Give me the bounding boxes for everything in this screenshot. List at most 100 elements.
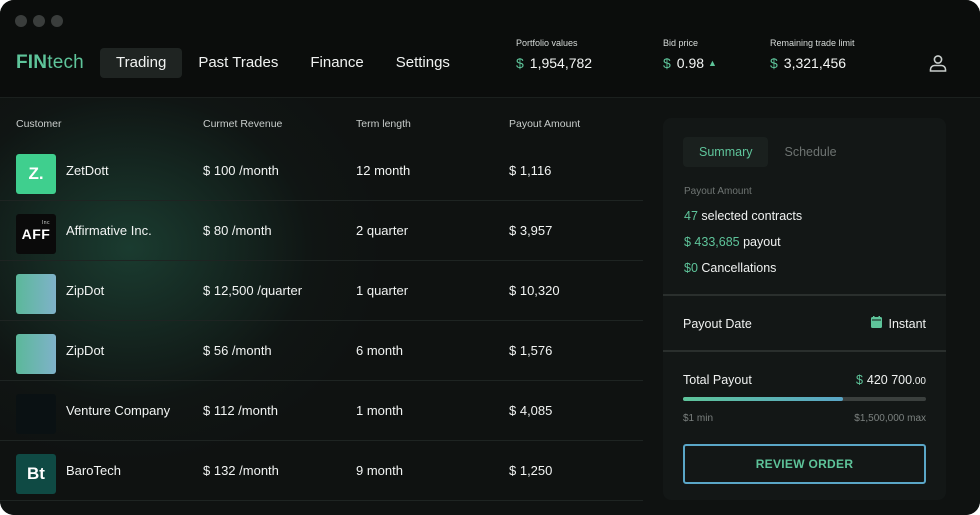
total-payout-label: Total Payout — [683, 373, 752, 387]
summary-panel: Summary Schedule Payout Amount 47 select… — [663, 118, 946, 500]
logo-bold: FIN — [16, 52, 48, 73]
payout-cell: $ 3,957 — [509, 223, 553, 238]
bid-amount: 0.98 — [676, 55, 705, 71]
app-logo: FINtech — [16, 52, 84, 74]
minimize-dot[interactable] — [33, 15, 45, 27]
revenue-cell: $ 12,500 /quarter — [203, 283, 303, 298]
term-cell: 9 month — [356, 463, 403, 478]
revenue-cell: $ 132 /month — [203, 463, 279, 478]
nav-trading[interactable]: Trading — [100, 48, 183, 78]
close-dot[interactable] — [15, 15, 27, 27]
calendar-icon — [871, 316, 883, 331]
nav-settings[interactable]: Settings — [380, 48, 466, 78]
customer-name: Venture Company — [66, 403, 171, 418]
payout-date-label: Payout Date — [683, 317, 752, 331]
bid-stat: Bid price $0.98 ▲ — [663, 38, 717, 71]
portfolio-currency: $ — [516, 55, 524, 71]
table-row[interactable]: ZipDot $ 56 /month 6 month $ 1,576 — [0, 321, 643, 381]
portfolio-label: Portfolio values — [516, 38, 578, 48]
tab-summary[interactable]: Summary — [683, 137, 769, 167]
payout-cell: $ 1,250 — [509, 463, 553, 478]
term-cell: 12 month — [356, 163, 411, 178]
portfolio-stat: Portfolio values $1,954,782 — [516, 38, 592, 71]
limit-amount: 3,321,456 — [783, 55, 847, 71]
bid-value: $0.98 ▲ — [663, 55, 717, 71]
table-row[interactable]: Venture Company $ 112 /month 1 month $ 4… — [0, 381, 643, 441]
main-content: Customer Curmet Revenue Term length Payo… — [0, 98, 980, 515]
total-payout-value: $420 700.00 — [856, 373, 926, 387]
trend-up-icon: ▲ — [708, 58, 717, 68]
table-row[interactable]: Z. ZetDott $ 100 /month 12 month $ 1,116 — [0, 141, 643, 201]
cancellations-line: $0 Cancellations — [684, 261, 776, 275]
nav-past-trades[interactable]: Past Trades — [182, 48, 294, 78]
payout-cell: $ 10,320 — [509, 283, 560, 298]
bid-label: Bid price — [663, 38, 699, 48]
header-revenue: Curmet Revenue — [203, 118, 283, 130]
payout-cell: $ 1,576 — [509, 343, 553, 358]
payout-date-value: Instant — [888, 316, 926, 331]
total-currency: $ — [855, 373, 863, 387]
payout-slider[interactable] — [683, 397, 926, 401]
slider-max-label: $1,500,000 max — [854, 413, 926, 424]
maximize-dot[interactable] — [51, 15, 63, 27]
tab-schedule[interactable]: Schedule — [768, 137, 852, 167]
payout-cell: $ 1,116 — [509, 163, 552, 178]
term-cell: 1 month — [356, 403, 403, 418]
company-logo: AFF Inc — [16, 214, 56, 254]
main-nav: Trading Past Trades Finance Settings — [100, 48, 466, 78]
company-logo: Bt — [16, 454, 56, 494]
revenue-cell: $ 112 /month — [203, 403, 278, 418]
header-customer: Customer — [16, 118, 62, 130]
nav-finance[interactable]: Finance — [294, 48, 379, 78]
company-logo — [16, 334, 56, 374]
header-payout: Payout Amount — [509, 118, 581, 130]
customer-name: ZipDot — [66, 283, 105, 298]
table-row[interactable]: Bt BaroTech $ 132 /month 9 month $ 1,250 — [0, 441, 643, 501]
limit-stat: Remaining trade limit $3,321,456 — [770, 38, 855, 71]
revenue-cell: $ 100 /month — [203, 163, 279, 178]
window-controls — [15, 15, 63, 27]
payout-cell: $ 4,085 — [509, 403, 553, 418]
customer-name: BaroTech — [66, 463, 121, 478]
contracts-count: 47 — [684, 209, 698, 223]
limit-label: Remaining trade limit — [770, 38, 855, 48]
logo-small-text: Inc — [41, 220, 50, 226]
slider-fill — [683, 397, 844, 401]
logo-text: AFF — [21, 226, 51, 242]
divider — [663, 350, 946, 352]
top-bar: FINtech Trading Past Trades Finance Sett… — [0, 0, 980, 98]
bid-currency: $ — [663, 55, 671, 71]
table-row[interactable]: AFF Inc Affirmative Inc. $ 80 /month 2 qu… — [0, 201, 643, 261]
payout-line: $ 433,685 payout — [684, 235, 781, 249]
summary-tabs: Summary Schedule — [683, 137, 853, 167]
revenue-cell: $ 56 /month — [203, 343, 272, 358]
cancellations-value: $0 — [684, 261, 698, 275]
table-row[interactable]: ZipDot $ 12,500 /quarter 1 quarter $ 10,… — [0, 261, 643, 321]
term-cell: 2 quarter — [356, 223, 409, 238]
divider — [663, 294, 946, 296]
app-window: FINtech Trading Past Trades Finance Sett… — [0, 0, 980, 515]
payout-value: $ 433,685 — [684, 235, 740, 249]
limit-currency: $ — [770, 55, 778, 71]
revenue-cell: $ 80 /month — [203, 223, 272, 238]
header-term: Term length — [356, 118, 411, 130]
customer-name: ZetDott — [66, 163, 109, 178]
payout-text: payout — [739, 235, 781, 249]
company-logo: Z. — [16, 154, 56, 194]
review-order-button[interactable]: REVIEW ORDER — [683, 444, 926, 484]
portfolio-amount: 1,954,782 — [529, 55, 593, 71]
term-cell: 6 month — [356, 343, 403, 358]
company-logo — [16, 274, 56, 314]
user-icon[interactable] — [928, 53, 948, 73]
table-header: Customer Curmet Revenue Term length Payo… — [16, 118, 646, 132]
logo-rest: tech — [47, 52, 84, 73]
portfolio-value: $1,954,782 — [516, 55, 592, 71]
customer-name: ZipDot — [66, 343, 105, 358]
limit-value: $3,321,456 — [770, 55, 855, 71]
customer-name: Affirmative Inc. — [66, 223, 152, 238]
payout-date-select[interactable]: Instant — [871, 316, 926, 331]
payout-amount-label: Payout Amount — [684, 186, 752, 197]
contracts-text: selected contracts — [697, 209, 803, 223]
total-amount: 420 700 — [866, 373, 913, 387]
slider-min-label: $1 min — [683, 413, 714, 424]
